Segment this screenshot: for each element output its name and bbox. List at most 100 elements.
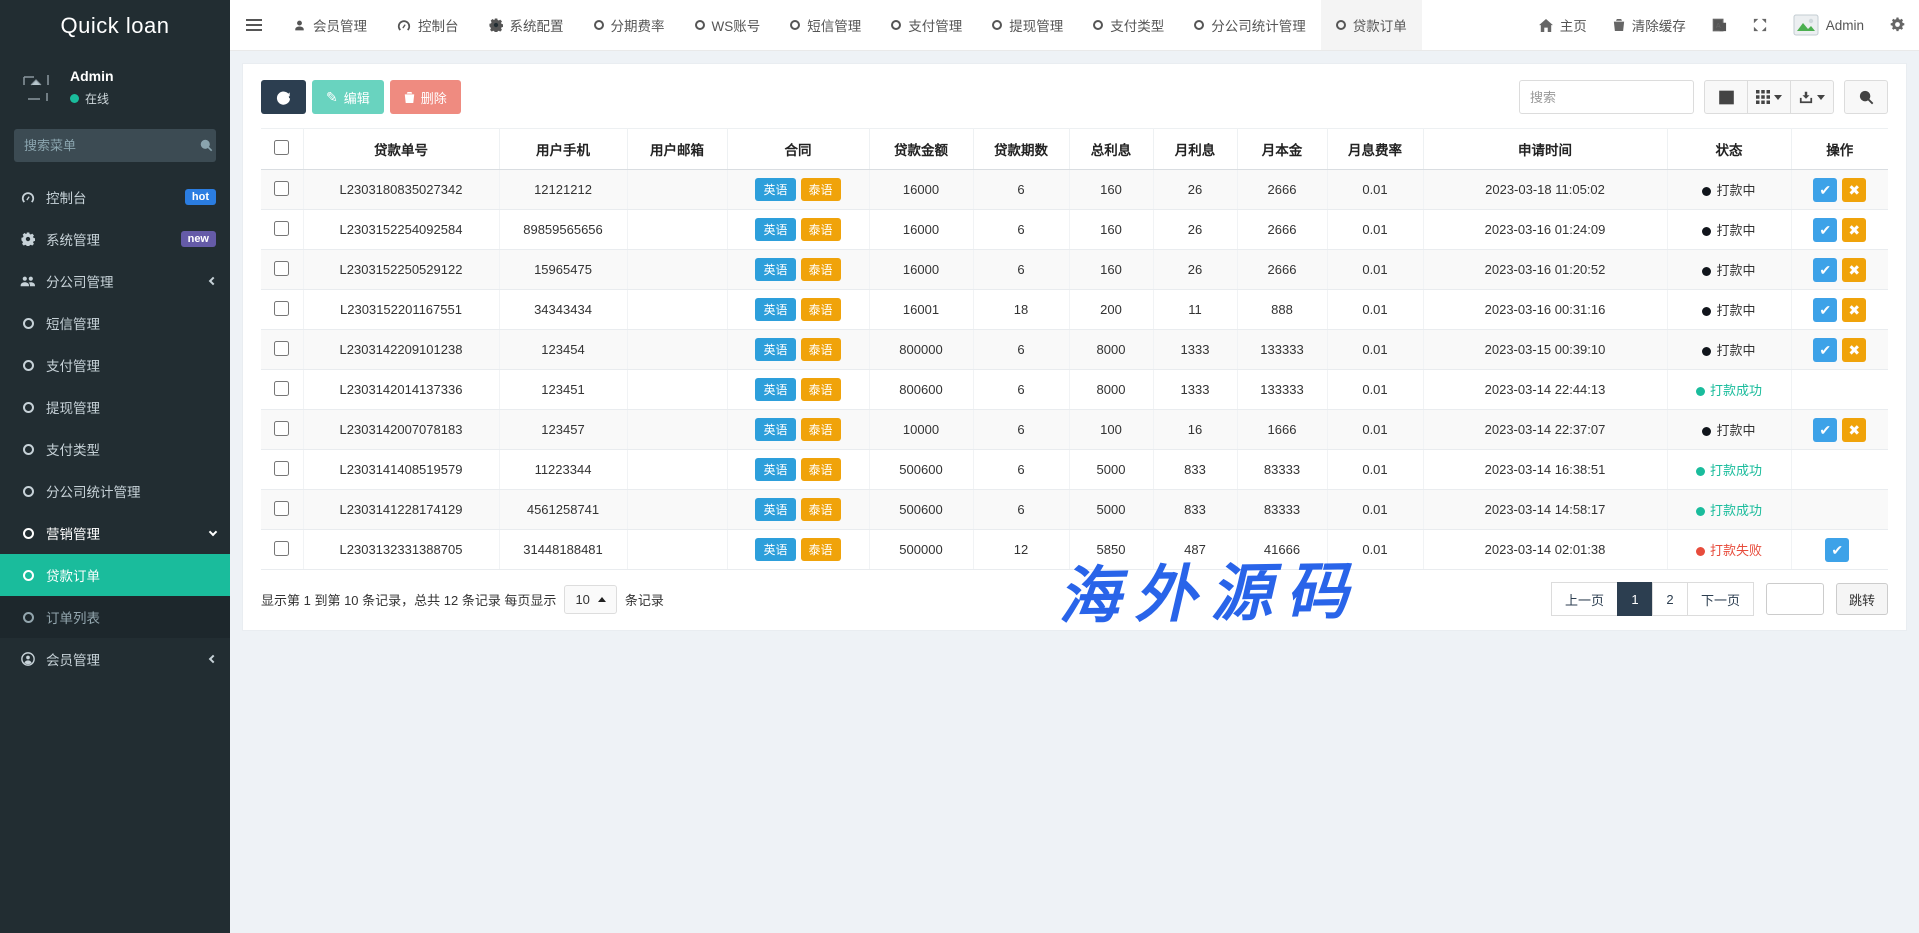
clear-cache-button[interactable]: 清除缓存	[1600, 0, 1699, 50]
row-checkbox[interactable]	[274, 501, 289, 516]
contract-thai-button[interactable]: 泰语	[801, 178, 841, 201]
row-checkbox[interactable]	[274, 461, 289, 476]
grid-icon	[1756, 90, 1770, 104]
cancel-payment-button[interactable]: ✖	[1842, 418, 1866, 442]
refresh-button[interactable]	[261, 80, 306, 114]
tab-system-config[interactable]: 系统配置	[474, 0, 579, 50]
columns-button[interactable]	[1747, 80, 1791, 114]
admin-menu[interactable]: Admin	[1780, 0, 1877, 50]
contract-thai-button[interactable]: 泰语	[801, 298, 841, 321]
row-checkbox[interactable]	[274, 261, 289, 276]
contract-english-button[interactable]: 英语	[755, 178, 795, 201]
page-button-1[interactable]: 1	[1617, 582, 1653, 616]
contract-thai-button[interactable]: 泰语	[801, 418, 841, 441]
status-dot-icon	[1702, 227, 1711, 236]
page-button-2[interactable]: 2	[1652, 582, 1688, 616]
confirm-payment-button[interactable]: ✔	[1813, 178, 1837, 202]
sidebar-search-input[interactable]	[24, 138, 200, 153]
tab-ws-account[interactable]: WS账号	[680, 0, 776, 50]
export-button[interactable]	[1790, 80, 1834, 114]
language-button[interactable]: A	[1699, 0, 1740, 50]
cancel-payment-button[interactable]: ✖	[1842, 258, 1866, 282]
sidebar-item-sms-management[interactable]: 短信管理	[0, 302, 230, 344]
confirm-payment-button[interactable]: ✔	[1813, 338, 1837, 362]
delete-button[interactable]: 删除	[390, 80, 461, 114]
row-checkbox[interactable]	[274, 541, 289, 556]
contract-english-button[interactable]: 英语	[755, 218, 795, 241]
sidebar-item-loan-orders[interactable]: 贷款订单	[0, 554, 230, 596]
tab-payment-type[interactable]: 支付类型	[1078, 0, 1179, 50]
confirm-payment-button[interactable]: ✔	[1813, 298, 1837, 322]
edit-button[interactable]: ✎ 编辑	[312, 80, 384, 114]
contract-thai-button[interactable]: 泰语	[801, 258, 841, 281]
tab-console[interactable]: 控制台	[382, 0, 474, 50]
actions-cell: ✔✖	[1791, 250, 1888, 290]
cancel-payment-button[interactable]: ✖	[1842, 178, 1866, 202]
row-checkbox[interactable]	[274, 421, 289, 436]
tab-member-management[interactable]: 会员管理	[278, 0, 382, 50]
contract-english-button[interactable]: 英语	[755, 258, 795, 281]
sidebar-item-branch-management[interactable]: 分公司管理	[0, 260, 230, 302]
status-badge: 打款中	[1667, 210, 1791, 250]
table-search-input[interactable]	[1519, 80, 1694, 114]
search-button[interactable]	[1844, 80, 1888, 114]
settings-button[interactable]	[1877, 0, 1919, 50]
contract-thai-button[interactable]: 泰语	[801, 538, 841, 561]
next-page-button[interactable]: 下一页	[1687, 582, 1754, 616]
sidebar-item-marketing-management[interactable]: 营销管理	[0, 512, 230, 554]
cancel-payment-button[interactable]: ✖	[1842, 338, 1866, 362]
contract-thai-button[interactable]: 泰语	[801, 378, 841, 401]
tab-payment-management[interactable]: 支付管理	[876, 0, 977, 50]
sidebar-item-payment-management[interactable]: 支付管理	[0, 344, 230, 386]
tab-loan-orders[interactable]: 贷款订单	[1321, 0, 1422, 50]
tab-withdraw-management[interactable]: 提现管理	[977, 0, 1078, 50]
detail-view-button[interactable]	[1704, 80, 1748, 114]
status-dot-icon	[1696, 467, 1705, 476]
contract-thai-button[interactable]: 泰语	[801, 498, 841, 521]
tab-sms-management[interactable]: 短信管理	[775, 0, 876, 50]
check-icon: ✔	[1819, 423, 1831, 437]
contract-thai-button[interactable]: 泰语	[801, 218, 841, 241]
cancel-payment-button[interactable]: ✖	[1842, 298, 1866, 322]
prev-page-button[interactable]: 上一页	[1551, 582, 1618, 616]
sidebar-item-console[interactable]: 控制台hot	[0, 176, 230, 218]
cell-month-principal: 2666	[1237, 170, 1327, 210]
contract-english-button[interactable]: 英语	[755, 298, 795, 321]
confirm-payment-button[interactable]: ✔	[1813, 218, 1837, 242]
contract-english-button[interactable]: 英语	[755, 498, 795, 521]
sidebar-item-order-list[interactable]: 订单列表	[0, 596, 230, 638]
fullscreen-button[interactable]	[1740, 0, 1780, 50]
sidebar-item-withdraw-management[interactable]: 提现管理	[0, 386, 230, 428]
contract-english-button[interactable]: 英语	[755, 418, 795, 441]
cancel-payment-button[interactable]: ✖	[1842, 218, 1866, 242]
tab-branch-stats[interactable]: 分公司统计管理	[1179, 0, 1321, 50]
hamburger-menu-icon[interactable]	[230, 0, 278, 50]
sidebar-item-branch-stats[interactable]: 分公司统计管理	[0, 470, 230, 512]
home-button[interactable]: 主页	[1526, 0, 1600, 50]
sidebar-item-payment-type[interactable]: 支付类型	[0, 428, 230, 470]
contract-english-button[interactable]: 英语	[755, 538, 795, 561]
confirm-payment-button[interactable]: ✔	[1813, 258, 1837, 282]
row-checkbox[interactable]	[274, 221, 289, 236]
jump-button[interactable]: 跳转	[1836, 583, 1888, 615]
confirm-payment-button[interactable]: ✔	[1813, 418, 1837, 442]
sidebar-item-system-management[interactable]: 系统管理new	[0, 218, 230, 260]
contract-english-button[interactable]: 英语	[755, 378, 795, 401]
sidebar-item-member-management[interactable]: 会员管理	[0, 638, 230, 680]
contract-thai-button[interactable]: 泰语	[801, 458, 841, 481]
contract-english-button[interactable]: 英语	[755, 458, 795, 481]
cell-rate: 0.01	[1327, 370, 1423, 410]
row-checkbox[interactable]	[274, 301, 289, 316]
select-all-checkbox[interactable]	[274, 140, 289, 155]
jump-page-input[interactable]	[1766, 583, 1824, 615]
contract-thai-button[interactable]: 泰语	[801, 338, 841, 361]
row-checkbox[interactable]	[274, 181, 289, 196]
cell-month-principal: 41666	[1237, 530, 1327, 570]
row-checkbox[interactable]	[274, 381, 289, 396]
row-checkbox[interactable]	[274, 341, 289, 356]
page-size-select[interactable]: 10	[564, 585, 616, 614]
search-icon[interactable]	[200, 139, 213, 152]
confirm-payment-button[interactable]: ✔	[1825, 538, 1849, 562]
contract-english-button[interactable]: 英语	[755, 338, 795, 361]
tab-installment-rate[interactable]: 分期费率	[579, 0, 680, 50]
